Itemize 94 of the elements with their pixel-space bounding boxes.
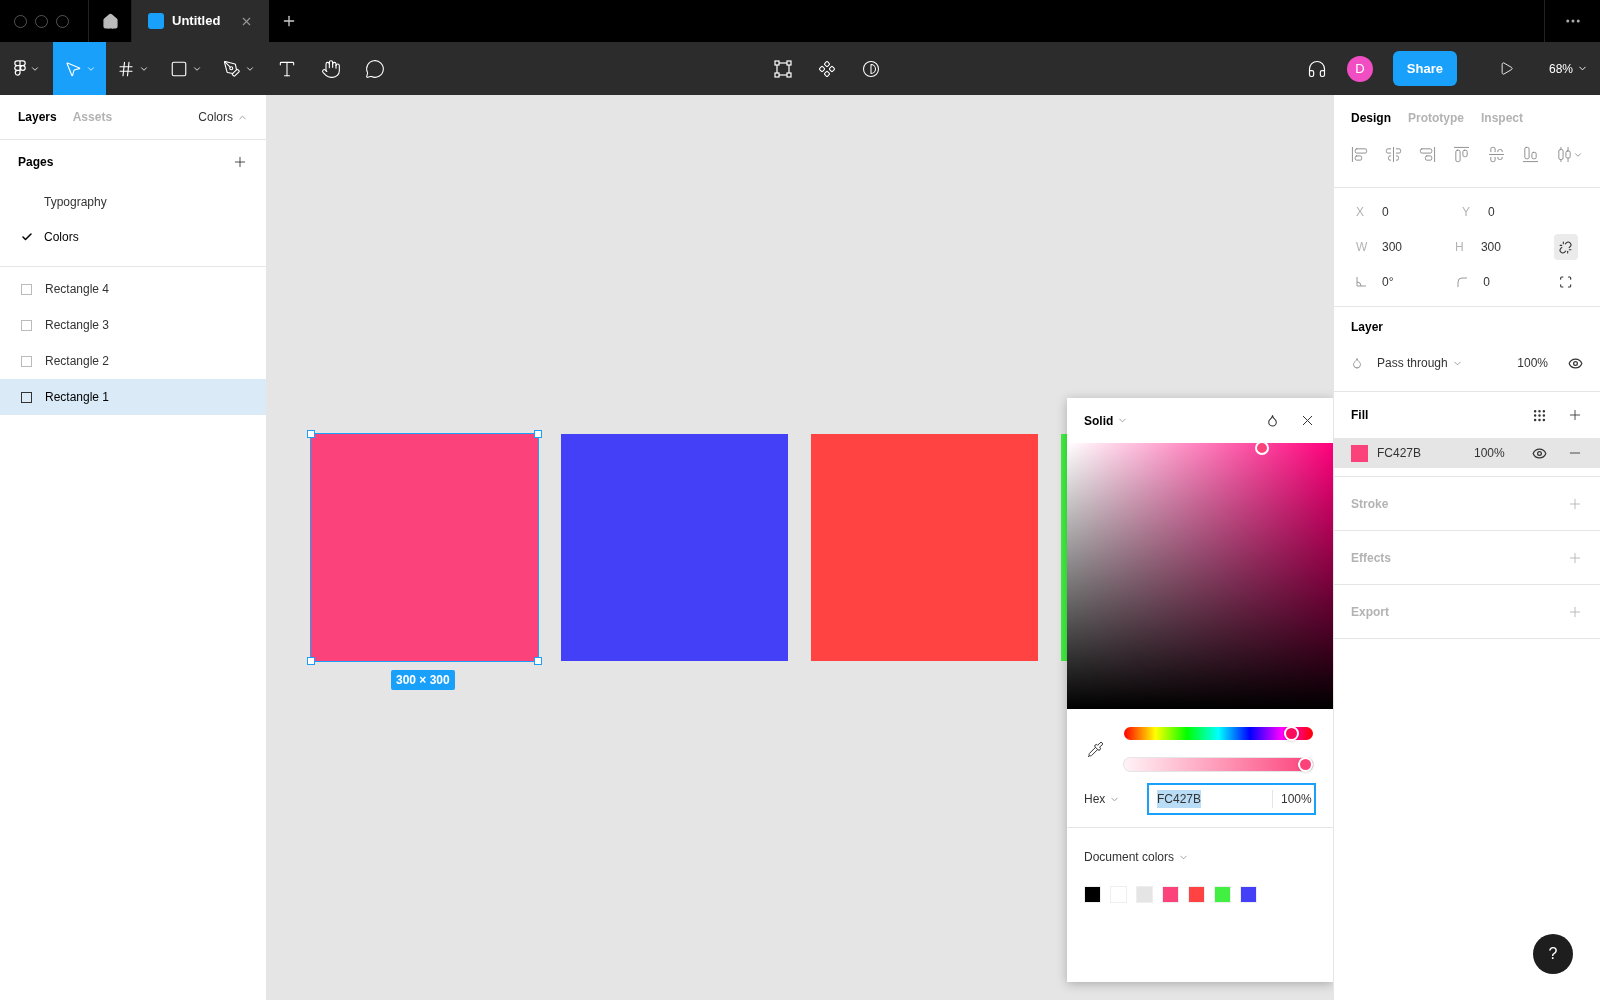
tab-title: Untitled	[172, 12, 222, 31]
add-icon[interactable]	[232, 154, 248, 170]
file-tab[interactable]: Untitled	[132, 0, 269, 42]
rectangle-icon	[21, 319, 32, 331]
align-icon[interactable]	[1351, 146, 1368, 163]
hand-icon	[321, 58, 341, 79]
color-swatch[interactable]	[1214, 886, 1231, 903]
new-tab-icon[interactable]	[281, 13, 297, 29]
rectangle-icon	[21, 355, 32, 367]
eyedropper-icon[interactable]	[1087, 740, 1104, 758]
styles-icon[interactable]	[1532, 407, 1547, 423]
value-field[interactable]: 0	[1382, 203, 1389, 221]
align-icon[interactable]	[1487, 146, 1505, 163]
resize-handle[interactable]	[307, 657, 315, 665]
fill-swatch[interactable]	[1351, 444, 1368, 462]
value-field[interactable]: 0°	[1382, 273, 1394, 291]
align-icon[interactable]	[1385, 146, 1403, 163]
constrain-button[interactable]	[1553, 234, 1578, 260]
headphones-icon	[1306, 58, 1327, 79]
resize-handle[interactable]	[534, 657, 542, 665]
link-icon	[1559, 240, 1573, 254]
blend-icon[interactable]	[1266, 414, 1279, 427]
home-icon	[101, 12, 119, 30]
document-colors-menu[interactable]: Document colors	[1084, 848, 1190, 866]
opacity-slider[interactable]	[1124, 758, 1313, 771]
align-icon[interactable]	[1419, 146, 1437, 163]
frame-icon	[116, 59, 135, 78]
saturation-field[interactable]	[1067, 443, 1333, 709]
panel-tab[interactable]: Design	[1351, 108, 1391, 127]
color-swatch[interactable]	[1188, 886, 1205, 903]
resize-handle[interactable]	[534, 430, 542, 438]
section-title: Stroke	[1351, 495, 1390, 513]
play-icon	[1499, 61, 1515, 76]
opacity-field[interactable]: 100%	[1517, 354, 1548, 372]
rectangle-icon	[21, 283, 32, 295]
pointer-icon	[63, 59, 82, 78]
blend-mode-menu[interactable]: Pass through	[1377, 354, 1463, 372]
zoom-menu[interactable]: 68%	[1548, 59, 1588, 78]
comment-icon	[365, 58, 385, 79]
size-label: 300 × 300	[391, 670, 455, 690]
color-swatch[interactable]	[1240, 886, 1257, 903]
field-label: W	[1356, 239, 1369, 256]
section-title: Fill	[1351, 407, 1370, 424]
layer-item[interactable]: Rectangle 3	[0, 307, 266, 343]
contrast-icon	[862, 59, 880, 78]
value-field[interactable]: 0	[1483, 273, 1490, 291]
file-icon	[148, 13, 164, 29]
fill-row[interactable]: FC427B 100%	[1334, 438, 1600, 468]
visibility-icon[interactable]	[1532, 445, 1547, 461]
slider-thumb[interactable]	[1284, 726, 1300, 741]
section-title: Layer	[1351, 319, 1385, 336]
rectangle-icon	[21, 391, 32, 403]
layer-item[interactable]: Rectangle 1	[0, 379, 266, 415]
rectangle-icon	[169, 59, 188, 78]
hex-value[interactable]: FC427B	[1377, 444, 1474, 462]
section-title: Export	[1351, 603, 1390, 621]
field-label: X	[1356, 204, 1365, 221]
value-field[interactable]: 0	[1488, 203, 1495, 221]
independent-corners-icon[interactable]	[1558, 275, 1572, 289]
pen-icon	[222, 59, 241, 78]
picker-handle[interactable]	[1255, 441, 1269, 455]
color-swatch[interactable]	[1084, 886, 1101, 903]
angle-icon	[1356, 277, 1366, 287]
align-icon[interactable]	[1453, 146, 1471, 163]
color-swatch[interactable]	[1162, 886, 1179, 903]
color-format-menu[interactable]: Hex	[1084, 790, 1147, 808]
corner-radius-icon	[1457, 277, 1468, 287]
vector-square-icon	[774, 59, 792, 78]
align-icon[interactable]	[1521, 146, 1539, 163]
page-item[interactable]: Typography	[0, 184, 266, 219]
check-icon	[21, 230, 33, 243]
layer-item[interactable]: Rectangle 2	[0, 343, 266, 379]
logo-icon	[13, 60, 26, 77]
slider-thumb[interactable]	[1298, 757, 1313, 772]
panel-tab[interactable]: Layers	[18, 108, 57, 126]
blend-icon	[1351, 357, 1363, 369]
fill-opacity[interactable]: 100%	[1474, 444, 1532, 462]
page-item[interactable]: Colors	[0, 219, 266, 254]
add-icon[interactable]	[1567, 407, 1583, 423]
page-menu[interactable]: Colors	[198, 108, 248, 126]
field-label: Y	[1462, 204, 1471, 221]
resize-handle[interactable]	[307, 430, 315, 438]
value-field[interactable]: 300	[1382, 238, 1403, 256]
value-field[interactable]: 300	[1480, 238, 1501, 256]
visibility-icon[interactable]	[1568, 355, 1583, 371]
hue-slider[interactable]	[1124, 727, 1313, 740]
color-swatch[interactable]	[1136, 886, 1153, 903]
field-label: H	[1454, 239, 1465, 256]
layer-item[interactable]: Rectangle 4	[0, 271, 266, 307]
distribute-icon[interactable]	[1555, 146, 1573, 163]
section-title: Effects	[1351, 549, 1392, 567]
section-title: Pages	[18, 154, 55, 171]
fill-type-menu[interactable]: Solid	[1084, 411, 1129, 430]
component-icon	[818, 59, 836, 78]
